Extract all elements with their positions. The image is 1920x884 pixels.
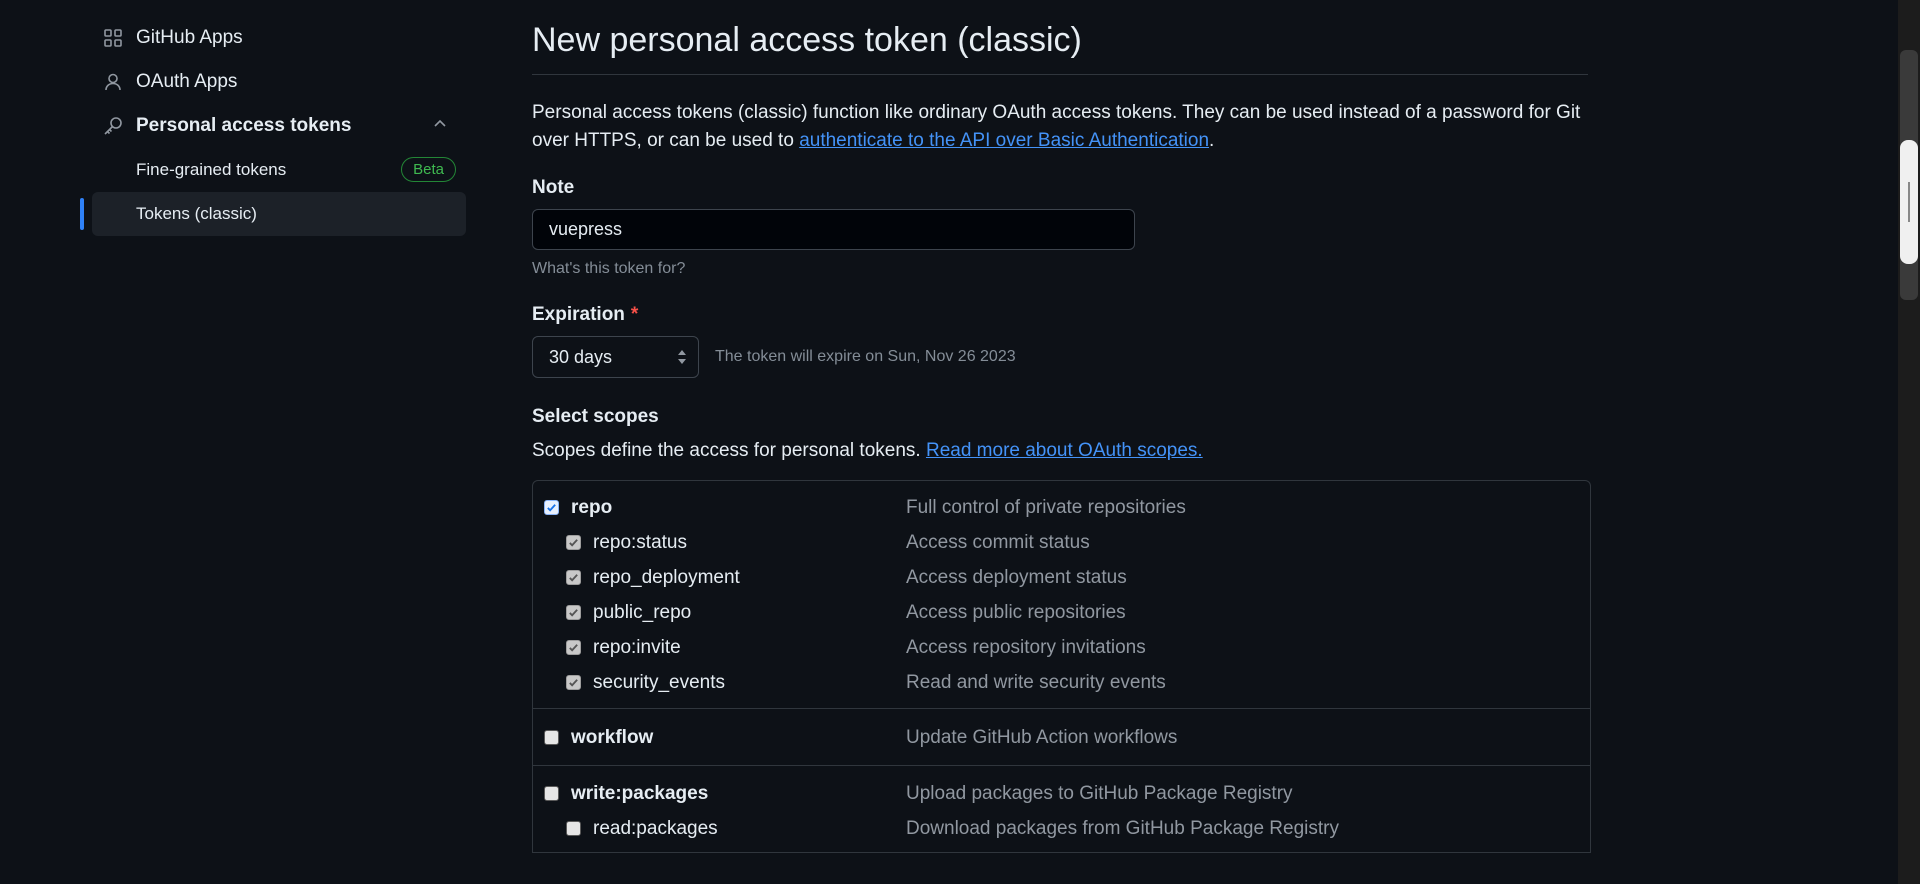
person-icon (102, 71, 124, 93)
sidebar-item-label: GitHub Apps (136, 27, 243, 48)
settings-sidebar: GitHub Apps OAuth Apps Personal access t… (80, 16, 466, 236)
page-title: New personal access token (classic) (532, 0, 1588, 75)
scope-name: repo_deployment (593, 566, 740, 588)
apps-grid-icon (102, 27, 124, 49)
checkbox-public-repo[interactable] (566, 605, 581, 620)
beta-badge: Beta (401, 157, 456, 182)
scope-group-write-packages: write:packages Upload packages to GitHub… (533, 766, 1590, 853)
scope-name: public_repo (593, 601, 692, 623)
scope-name: security_events (593, 671, 726, 693)
scope-name: read:packages (593, 817, 718, 839)
expiration-label: Expiration * (532, 304, 639, 325)
checkbox-repo-invite[interactable] (566, 640, 581, 655)
note-input[interactable] (532, 209, 1135, 250)
intro-text: Personal access tokens (classic) functio… (532, 102, 1581, 151)
checkbox-security-events[interactable] (566, 675, 581, 690)
scope-desc: Access deployment status (906, 566, 1127, 588)
sidebar-subitem-label: Tokens (classic) (136, 204, 257, 223)
scope-desc: Access public repositories (906, 601, 1126, 623)
note-label: Note (532, 177, 575, 198)
scope-desc: Access repository invitations (906, 636, 1146, 658)
scope-row: workflow Update GitHub Action workflows (533, 720, 1590, 755)
scope-desc: Full control of private repositories (906, 496, 1186, 518)
page-scrollbar[interactable] (1898, 0, 1920, 884)
sidebar-subitem-tokens-classic[interactable]: Tokens (classic) (80, 192, 466, 236)
scope-desc: Download packages from GitHub Package Re… (906, 817, 1339, 839)
scope-row: repo:status Access commit status (533, 525, 1590, 560)
checkbox-repo-deployment[interactable] (566, 570, 581, 585)
checkbox-write-packages[interactable] (544, 786, 559, 801)
scope-row: repo Full control of private repositorie… (533, 490, 1590, 525)
key-icon (102, 115, 124, 137)
scope-row: read:packages Download packages from Git… (533, 811, 1590, 846)
scope-desc: Update GitHub Action workflows (906, 726, 1178, 748)
scope-desc: Read and write security events (906, 671, 1166, 693)
scope-row: repo:invite Access repository invitation… (533, 630, 1590, 665)
scope-group-workflow: workflow Update GitHub Action workflows (533, 709, 1590, 766)
scope-group-repo: repo Full control of private repositorie… (533, 481, 1590, 709)
expiration-select[interactable]: 30 days (532, 336, 699, 378)
select-updown-icon (676, 348, 688, 371)
scope-name: repo:invite (593, 636, 681, 658)
scope-name: repo (571, 496, 613, 518)
select-scopes-label: Select scopes (532, 406, 659, 427)
scope-desc: Upload packages to GitHub Package Regist… (906, 782, 1293, 804)
checkbox-repo[interactable] (544, 500, 559, 515)
sidebar-item-oauth-apps[interactable]: OAuth Apps (80, 60, 466, 104)
sidebar-item-label: Personal access tokens (136, 115, 352, 136)
scope-row: security_events Read and write security … (533, 665, 1590, 700)
checkbox-repo-status[interactable] (566, 535, 581, 550)
oauth-scopes-link[interactable]: Read more about OAuth scopes. (926, 440, 1203, 461)
scope-name: workflow (571, 726, 654, 748)
chevron-up-icon[interactable] (432, 116, 448, 138)
scope-name: repo:status (593, 531, 687, 553)
scrollbar-thumb[interactable] (1900, 140, 1918, 264)
required-marker: * (630, 304, 639, 325)
sidebar-subitem-fine-grained-tokens[interactable]: Fine-grained tokens Beta (92, 148, 466, 192)
expiration-info: The token will expire on Sun, Nov 26 202… (715, 348, 1016, 365)
scope-desc: Access commit status (906, 531, 1090, 553)
scope-row: repo_deployment Access deployment status (533, 560, 1590, 595)
scope-table: repo Full control of private repositorie… (532, 480, 1591, 853)
scopes-description: Scopes define the access for personal to… (532, 440, 1203, 461)
main-content: New personal access token (classic) Pers… (532, 0, 1591, 853)
note-hint: What's this token for? (532, 260, 686, 277)
sidebar-item-personal-access-tokens[interactable]: Personal access tokens (80, 104, 466, 148)
expiration-row: 30 days The token will expire on Sun, No… (532, 336, 1588, 378)
scope-name: write:packages (571, 782, 709, 804)
scope-row: public_repo Access public repositories (533, 595, 1590, 630)
checkbox-read-packages[interactable] (566, 821, 581, 836)
sidebar-item-github-apps[interactable]: GitHub Apps (80, 16, 466, 60)
sidebar-subitem-label: Fine-grained tokens (136, 160, 287, 179)
scope-row: write:packages Upload packages to GitHub… (533, 776, 1590, 811)
sidebar-item-label: OAuth Apps (136, 71, 238, 92)
basic-auth-link[interactable]: authenticate to the API over Basic Authe… (799, 130, 1209, 151)
checkbox-workflow[interactable] (544, 730, 559, 745)
